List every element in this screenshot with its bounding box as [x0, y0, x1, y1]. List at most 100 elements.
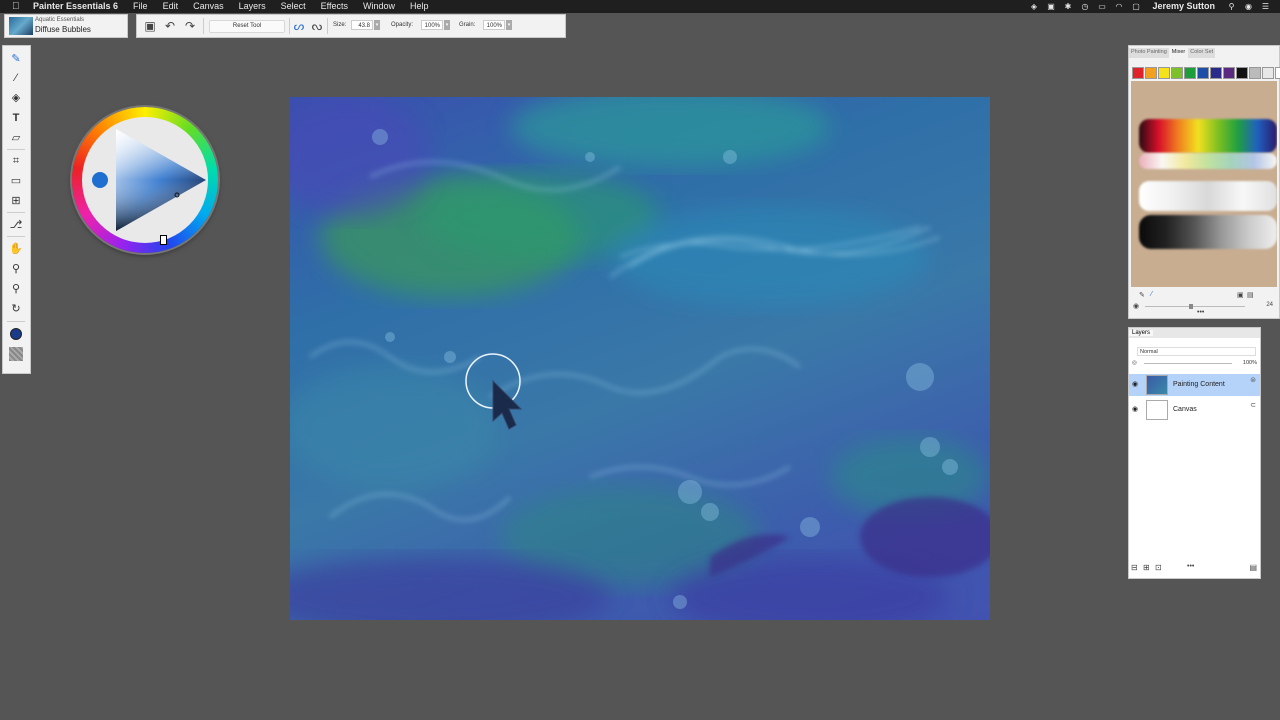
mixer-size-slider-thumb[interactable] — [1189, 304, 1193, 309]
visibility-eye-icon[interactable]: ◉ — [1132, 374, 1138, 396]
tab-mixer[interactable]: Mixer — [1169, 48, 1188, 58]
eraser-tool-icon[interactable]: ▱ — [7, 130, 25, 146]
redo-icon[interactable]: ↷ — [183, 19, 197, 33]
swatch-yellow[interactable] — [1158, 67, 1170, 79]
layer-options-icon[interactable]: ⊟ — [1131, 563, 1138, 572]
stroke-attributes-icon[interactable]: ᔕ — [292, 19, 306, 33]
color-wheel[interactable] — [72, 107, 218, 253]
swatch-light-green[interactable] — [1171, 67, 1183, 79]
delete-layer-icon[interactable]: ▤ — [1249, 563, 1257, 572]
menu-edit[interactable]: Edit — [163, 0, 186, 13]
layer-row-painting-content[interactable]: ◉ Painting Content ⊜ — [1129, 374, 1260, 396]
mixer-tint-band — [1139, 153, 1277, 169]
swatch-white[interactable] — [1275, 67, 1280, 79]
layers-more-icon[interactable]: ••• — [1187, 563, 1194, 570]
menu-file[interactable]: File — [133, 0, 155, 13]
tab-photo-painting[interactable]: Photo Painting — [1129, 48, 1169, 58]
zoom-out-tool-icon[interactable]: ⚲ — [7, 281, 25, 297]
grain-label: Grain: — [459, 22, 476, 28]
brush-selector[interactable]: Aquatic Essentials Diffuse Bubbles — [4, 14, 128, 38]
current-color-icon[interactable] — [7, 326, 25, 342]
time-machine-icon[interactable]: ◷ — [1080, 2, 1089, 11]
color-triangle[interactable] — [72, 107, 218, 253]
rotate-page-tool-icon[interactable]: ↻ — [7, 301, 25, 317]
battery-icon[interactable]: ▭ — [1097, 2, 1106, 11]
paper-texture-icon[interactable] — [7, 346, 25, 362]
dab-type-icon[interactable]: ᔓ — [310, 19, 324, 33]
screen-record-icon[interactable]: ▣ — [1046, 2, 1055, 11]
size-field[interactable]: 43.8 — [351, 20, 373, 30]
grain-field[interactable]: 100% — [483, 20, 505, 30]
swatch-gray[interactable] — [1249, 67, 1261, 79]
swatch-light-gray[interactable] — [1262, 67, 1274, 79]
menu-window[interactable]: Window — [363, 0, 402, 13]
mixer-zoom-icon[interactable]: ◉ — [1133, 302, 1139, 310]
layers-panel: Layers Normal ◎ 100% ◉ Painting Content … — [1128, 327, 1261, 579]
canvas-artwork — [290, 97, 990, 620]
siri-icon[interactable]: ◉ — [1244, 2, 1253, 11]
painting-canvas[interactable] — [290, 97, 990, 620]
menu-effects[interactable]: Effects — [321, 0, 355, 13]
airplay-icon[interactable]: ▢ — [1131, 2, 1140, 11]
menu-select[interactable]: Select — [281, 0, 313, 13]
brush-tool-icon[interactable]: ✎ — [7, 51, 25, 67]
tab-layers[interactable]: Layers — [1129, 330, 1154, 336]
reset-tool-button[interactable]: Reset Tool — [209, 20, 285, 33]
new-layer-icon[interactable]: ⊞ — [1143, 563, 1150, 572]
swatch-purple[interactable] — [1223, 67, 1235, 79]
lock-layer-icon[interactable]: ⊡ — [1155, 563, 1162, 572]
grabber-tool-icon[interactable]: ✋ — [7, 241, 25, 257]
swatch-green[interactable] — [1184, 67, 1196, 79]
mixer-dropper-icon[interactable]: ⁄ — [1151, 291, 1152, 298]
transform-tool-icon[interactable]: ⊞ — [7, 193, 25, 209]
mixer-clear-icon[interactable]: ▣ — [1237, 291, 1244, 299]
dropper-tool-icon[interactable]: ⁄ — [7, 70, 25, 86]
mixer-pad[interactable] — [1131, 81, 1277, 287]
swatch-orange[interactable] — [1145, 67, 1157, 79]
toolbox-divider — [7, 321, 25, 322]
bluetooth-icon[interactable]: ✱ — [1063, 2, 1072, 11]
clone-tool-icon[interactable]: ⎇ — [7, 217, 25, 233]
menu-layers[interactable]: Layers — [239, 0, 273, 13]
mixer-footer: ✎ ⁄ ▣ ▤ ◉ 24 ••• — [1131, 289, 1277, 317]
menu-help[interactable]: Help — [410, 0, 436, 13]
swatch-black[interactable] — [1236, 67, 1248, 79]
visibility-eye-icon[interactable]: ◉ — [1132, 399, 1138, 421]
wifi-icon[interactable]: ◠ — [1114, 2, 1123, 11]
rect-select-tool-icon[interactable]: ▭ — [7, 173, 25, 189]
user-name[interactable]: Jeremy Sutton — [1152, 0, 1215, 13]
paint-bucket-tool-icon[interactable]: ◈ — [7, 90, 25, 106]
save-icon[interactable]: ▣ — [143, 19, 157, 33]
opacity-field[interactable]: 100% — [421, 20, 443, 30]
swatch-dark-blue[interactable] — [1210, 67, 1222, 79]
mixer-brush-icon[interactable]: ✎ — [1139, 291, 1145, 299]
size-label: Size: — [333, 22, 347, 28]
notification-center-icon[interactable]: ☰ — [1261, 2, 1270, 11]
opacity-dropdown-icon[interactable]: ▾ — [444, 20, 450, 30]
magnifier-tool-icon[interactable]: ⚲ — [7, 261, 25, 277]
menu-canvas[interactable]: Canvas — [193, 0, 231, 13]
dropbox-icon[interactable]: ◈ — [1029, 2, 1038, 11]
layer-opacity-slider[interactable] — [1144, 363, 1232, 364]
swatch-blue[interactable] — [1197, 67, 1209, 79]
mixer-tabs: Photo Painting Mixer Color Set — [1129, 48, 1216, 58]
tab-color-set[interactable]: Color Set — [1188, 48, 1216, 58]
apple-icon[interactable]:  — [12, 0, 22, 13]
divider — [203, 18, 204, 34]
hue-ring-marker[interactable] — [160, 235, 167, 245]
undo-icon[interactable]: ↶ — [163, 19, 177, 33]
mixer-size-slider[interactable] — [1145, 304, 1245, 309]
menu-app-name[interactable]: Painter Essentials 6 — [33, 0, 125, 13]
layer-row-canvas[interactable]: ◉ Canvas ⊂ — [1129, 399, 1260, 421]
layer-thumbnail — [1146, 375, 1168, 395]
size-dropdown-icon[interactable]: ▾ — [374, 20, 380, 30]
menu-items: Painter Essentials 6 File Edit Canvas La… — [33, 0, 444, 13]
spotlight-icon[interactable]: ⚲ — [1227, 2, 1236, 11]
crop-tool-icon[interactable]: ⌗ — [7, 153, 25, 169]
mixer-trash-icon[interactable]: ▤ — [1247, 291, 1254, 299]
blend-mode-select[interactable]: Normal — [1137, 347, 1256, 356]
grain-dropdown-icon[interactable]: ▾ — [506, 20, 512, 30]
text-tool-icon[interactable]: T — [7, 110, 25, 126]
swatch-red[interactable] — [1132, 67, 1144, 79]
mixer-more-icon[interactable]: ••• — [1197, 309, 1204, 316]
